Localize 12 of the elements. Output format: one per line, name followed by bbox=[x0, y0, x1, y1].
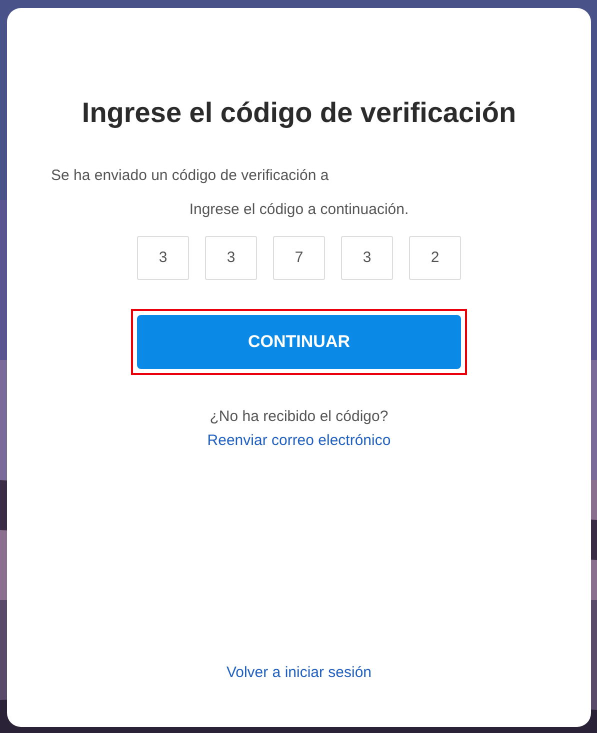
code-digit-field[interactable]: 3 bbox=[137, 236, 189, 280]
code-digit-field[interactable]: 3 bbox=[341, 236, 393, 280]
instruction-text: Ingrese el código a continuación. bbox=[189, 200, 409, 220]
heading: Ingrese el código de verificación bbox=[82, 96, 516, 130]
resend-email-link[interactable]: Reenviar correo electrónico bbox=[207, 432, 391, 449]
code-digit-field[interactable]: 2 bbox=[409, 236, 461, 280]
code-digit-field[interactable]: 3 bbox=[205, 236, 257, 280]
code-digit-field[interactable]: 7 bbox=[273, 236, 325, 280]
resend-message: ¿No ha recibido el código? Reenviar correo electrónico bbox=[206, 407, 392, 451]
sent-message: Se ha enviado un código de verificación a bbox=[51, 166, 329, 186]
continue-button[interactable]: CONTINUAR bbox=[137, 315, 461, 369]
back-to-login-link[interactable]: Volver a iniciar sesión bbox=[226, 663, 372, 683]
